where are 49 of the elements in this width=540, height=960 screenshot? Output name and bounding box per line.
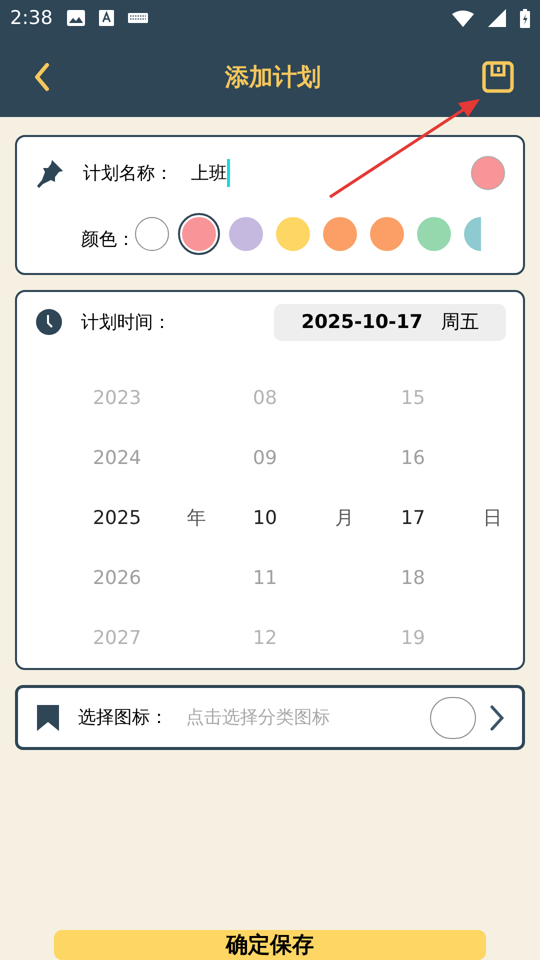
picker-option[interactable]: 15 <box>373 368 453 428</box>
page-title: 添加计划 <box>225 62 321 92</box>
picker-option[interactable]: 12 <box>225 608 305 668</box>
picker-option[interactable]: 11 <box>225 548 305 608</box>
signal-icon <box>488 9 506 27</box>
back-icon[interactable] <box>34 62 50 92</box>
icon-select-label: 选择图标： <box>78 706 168 730</box>
selected-color-preview <box>471 156 505 190</box>
picker-option[interactable]: 09 <box>225 428 305 488</box>
picker-option[interactable]: 2023 <box>77 368 157 428</box>
image-icon <box>66 10 85 26</box>
picker-unit: 日 <box>483 506 503 531</box>
wifi-icon <box>452 10 474 26</box>
picker-option[interactable]: 2027 <box>77 608 157 668</box>
picker-unit: 年 <box>187 506 207 531</box>
bookmark-icon <box>36 704 60 732</box>
icon-select-row[interactable]: 选择图标： 点击选择分类图标 <box>15 685 525 750</box>
chevron-right-icon <box>490 704 504 730</box>
picker-option[interactable]: 10 <box>225 488 305 548</box>
date-display[interactable]: 2025-10-17 周五 <box>274 304 506 340</box>
picker-option[interactable]: 2025 <box>77 488 157 548</box>
picker-unit: 月 <box>335 506 355 531</box>
color-swatch[interactable] <box>323 217 357 251</box>
status-time: 2:38 <box>10 6 53 31</box>
color-swatch[interactable] <box>135 217 169 251</box>
plan-name-input[interactable]: 上班 <box>191 159 453 187</box>
picker-option[interactable]: 18 <box>373 548 453 608</box>
color-swatch[interactable] <box>276 217 310 251</box>
picker-option[interactable]: 17 <box>373 488 453 548</box>
keyboard-icon <box>128 13 148 23</box>
plan-name-label: 计划名称： <box>83 162 173 186</box>
picker-option[interactable]: 08 <box>225 368 305 428</box>
picker-option[interactable]: 2024 <box>77 428 157 488</box>
confirm-save-button[interactable]: 确定保存 <box>54 930 486 960</box>
color-swatch[interactable] <box>417 217 451 251</box>
color-swatch[interactable] <box>182 217 216 251</box>
clock-icon <box>35 308 63 336</box>
keyboard-text-icon <box>98 10 114 26</box>
save-icon[interactable] <box>482 60 514 92</box>
color-swatch[interactable] <box>370 217 404 251</box>
pin-icon <box>35 158 65 188</box>
battery-icon <box>520 8 530 28</box>
color-swatch[interactable] <box>229 217 263 251</box>
plan-time-label: 计划时间： <box>81 310 172 334</box>
picker-option[interactable]: 2026 <box>77 548 157 608</box>
color-label: 颜色： <box>81 228 135 252</box>
icon-select-placeholder: 点击选择分类图标 <box>186 706 331 730</box>
picker-option[interactable]: 19 <box>373 608 453 668</box>
picker-option[interactable]: 16 <box>373 428 453 488</box>
